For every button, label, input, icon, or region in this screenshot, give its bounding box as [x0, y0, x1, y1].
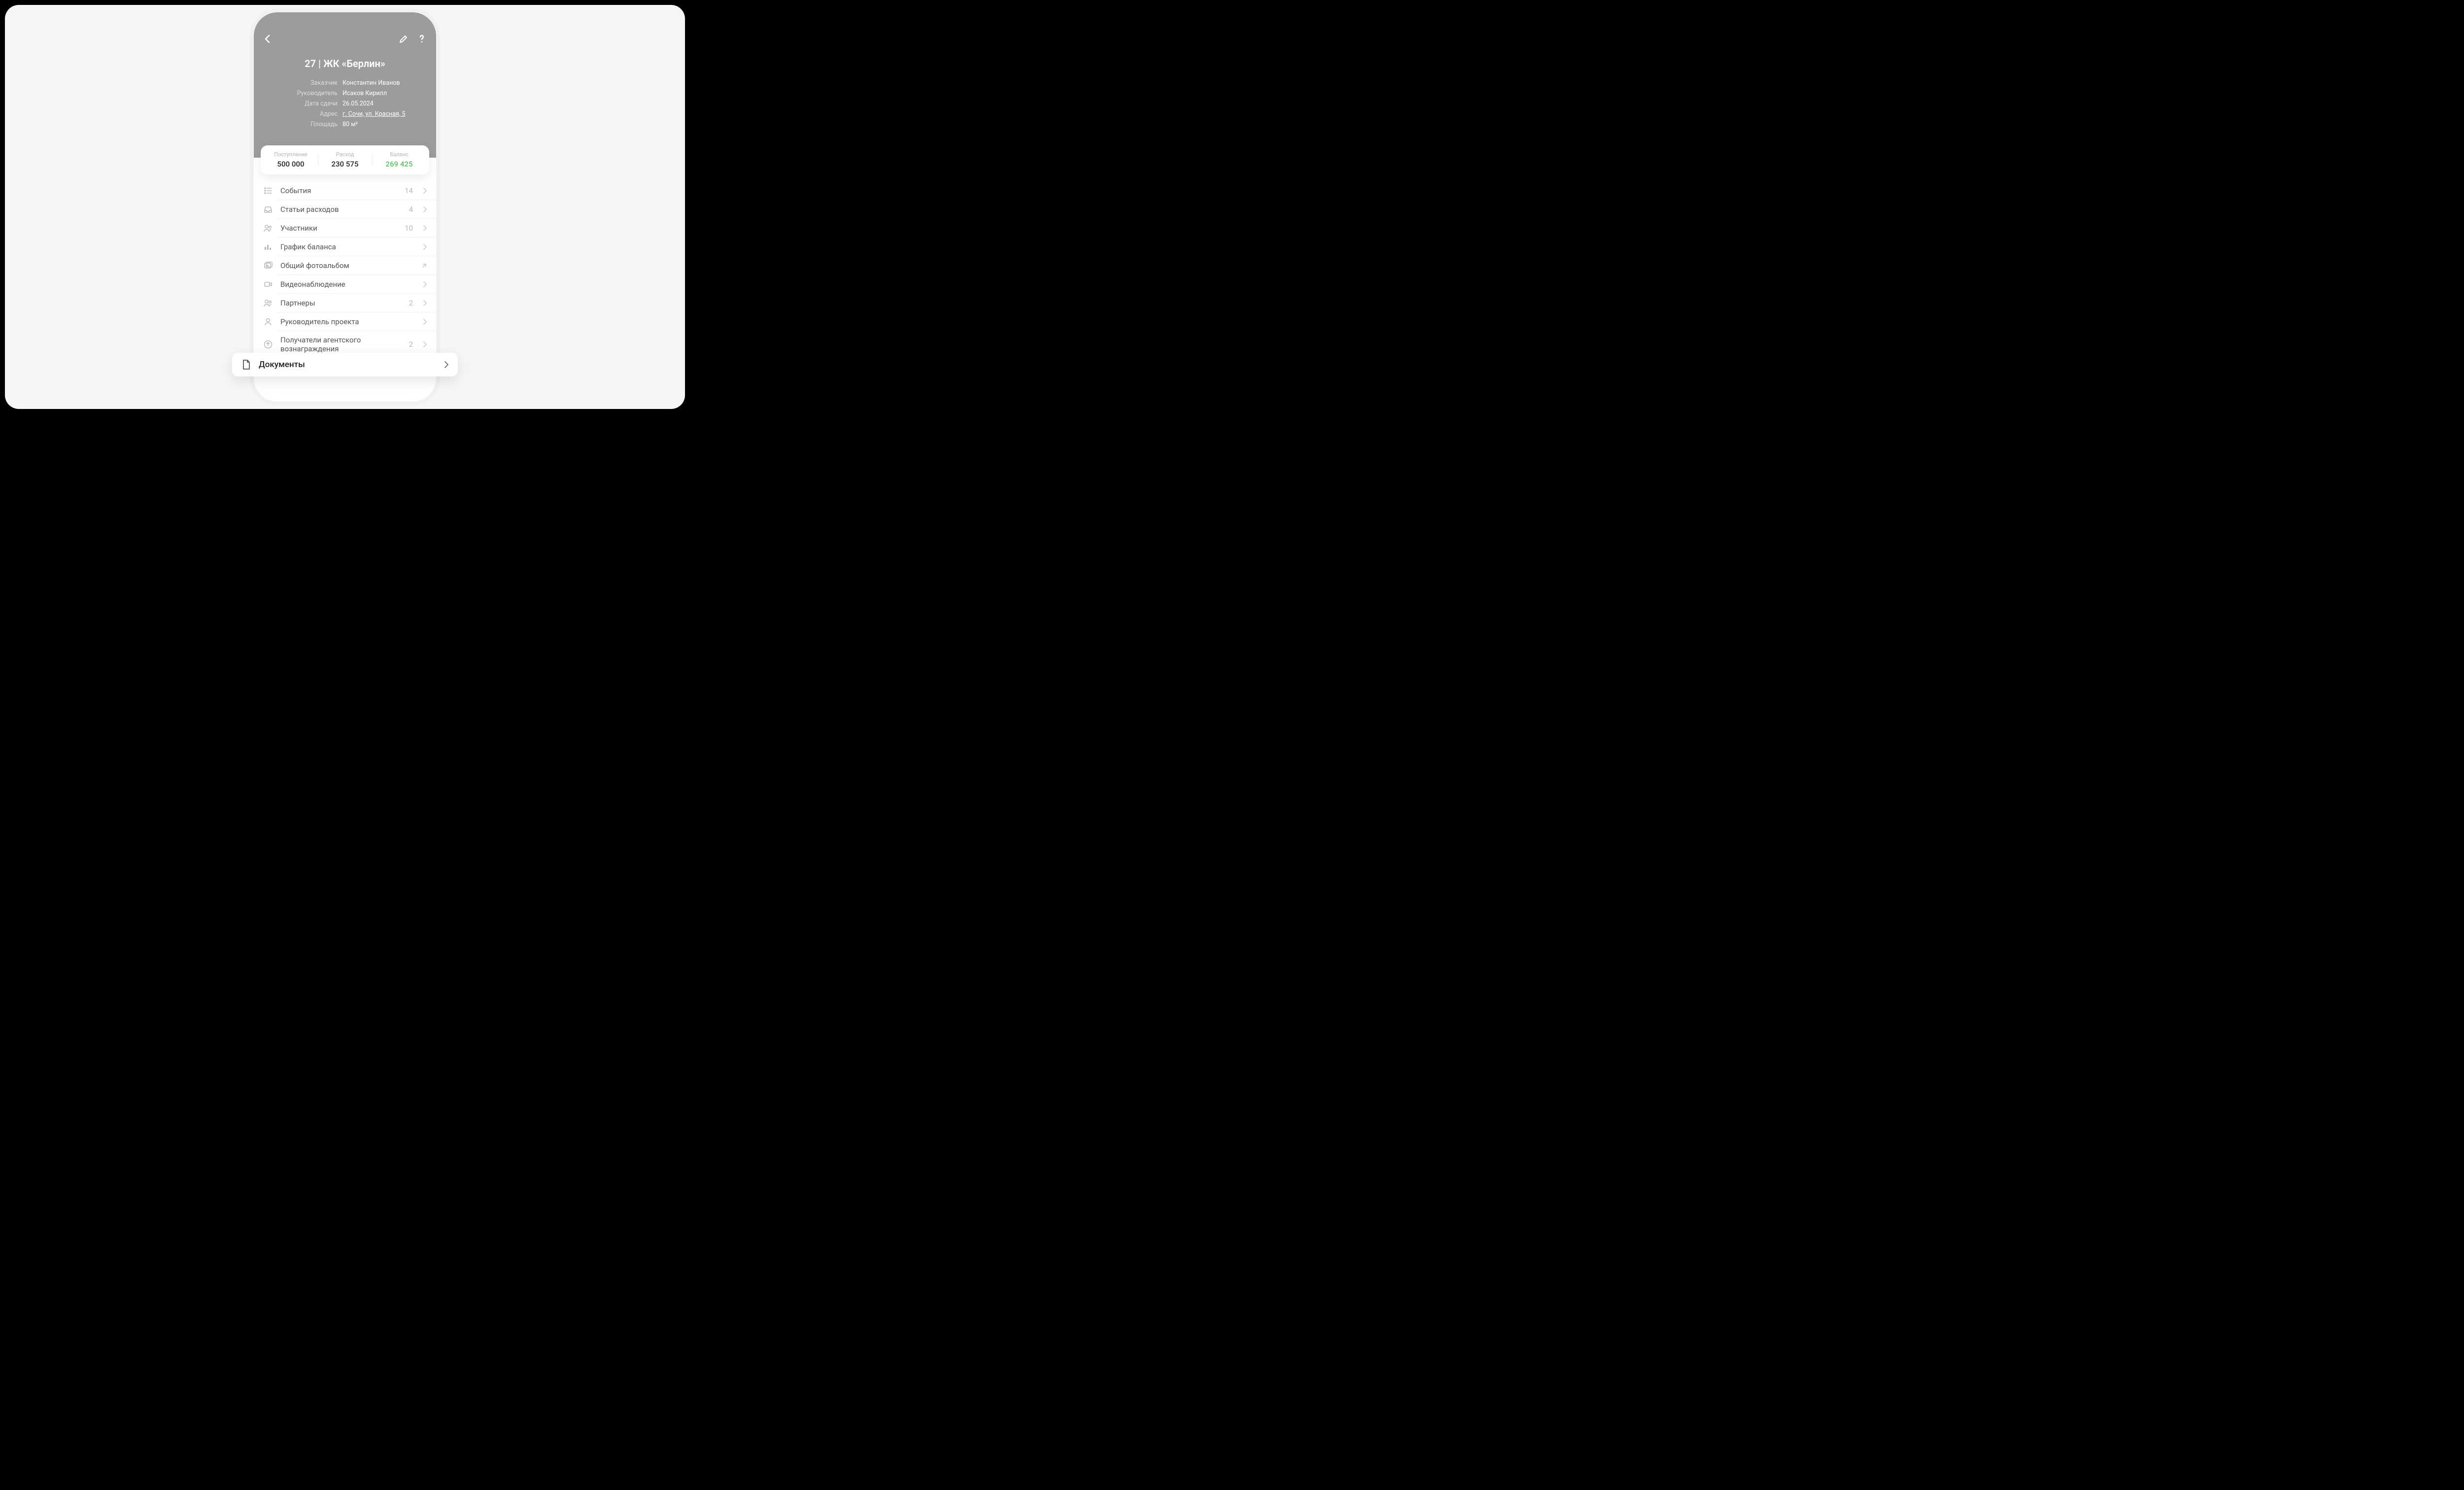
balance-expense: Расход 230 575 — [318, 151, 372, 169]
menu-count: 4 — [409, 205, 413, 214]
menu-item-cctv[interactable]: Видеонаблюдение — [254, 275, 436, 294]
chevron-right-icon — [423, 206, 427, 213]
menu-label: График баланса — [280, 242, 416, 251]
balance-value: 500 000 — [264, 160, 318, 169]
menu-count: 2 — [409, 299, 413, 307]
menu-label: События — [280, 186, 398, 195]
balance-balance: Баланс 269 425 — [372, 151, 426, 169]
chevron-right-icon — [444, 361, 449, 369]
back-button[interactable] — [264, 34, 272, 43]
menu-item-categories[interactable]: Статьи расходов 4 — [254, 200, 436, 219]
info-label: Адрес — [264, 110, 338, 118]
users-icon — [263, 298, 273, 308]
edit-button[interactable] — [399, 34, 409, 44]
menu-label: Руководитель проекта — [280, 317, 416, 326]
chevron-left-icon — [264, 34, 272, 43]
menu-label: Статьи расходов — [280, 205, 402, 214]
info-value: Константин Иванов — [342, 79, 400, 87]
balance-value: 269 425 — [372, 160, 426, 169]
external-arrow-icon — [421, 263, 427, 269]
menu-label: Участники — [280, 224, 398, 233]
chevron-right-icon — [423, 341, 427, 348]
list-icon — [263, 186, 273, 196]
menu-count: 10 — [405, 224, 413, 233]
address-link[interactable]: г. Сочи, ул. Красная, 5 — [342, 110, 405, 118]
info-row-due: Дата сдачи 26.05.2024 — [264, 100, 426, 107]
balance-card: Поступление 500 000 Расход 230 575 Балан… — [261, 145, 429, 174]
canvas: 27 | ЖК «Берлин» Заказчик Константин Ива… — [5, 5, 685, 409]
question-icon — [417, 34, 426, 44]
info-row-area: Площадь 80 м² — [264, 121, 426, 128]
info-label: Заказчик — [264, 79, 338, 87]
chevron-right-icon — [423, 243, 427, 250]
chevron-right-icon — [423, 318, 427, 325]
menu-label: Партнеры — [280, 299, 402, 307]
upload-circle-icon — [263, 339, 273, 349]
balance-label: Поступление — [264, 151, 318, 158]
menu-item-partners[interactable]: Партнеры 2 — [254, 294, 436, 312]
menu-item-pm[interactable]: Руководитель проекта — [254, 312, 436, 331]
info-row-customer: Заказчик Константин Иванов — [264, 79, 426, 87]
balance-value: 230 575 — [318, 160, 372, 169]
menu-label: Документы — [259, 360, 437, 370]
info-label: Площадь — [264, 121, 338, 128]
menu-list: События 14 Статьи расходов 4 Участники 1… — [254, 158, 436, 358]
menu-item-documents[interactable]: Документы — [232, 353, 458, 376]
menu-label: Получатели агентского вознаграждения — [280, 336, 402, 353]
project-title: 27 | ЖК «Берлин» — [264, 58, 426, 69]
menu-label: Общий фотоальбом — [280, 261, 414, 270]
info-value: 26.05.2024 — [342, 100, 374, 107]
info-row-manager: Руководитель Исаков Кирилл — [264, 90, 426, 97]
chevron-right-icon — [423, 187, 427, 194]
balance-income: Поступление 500 000 — [264, 151, 318, 169]
pencil-icon — [399, 34, 409, 44]
chevron-right-icon — [423, 281, 427, 288]
inbox-icon — [263, 204, 273, 214]
video-icon — [263, 279, 273, 289]
gallery-icon — [263, 261, 273, 271]
balance-label: Расход — [318, 151, 372, 158]
phone-frame: 27 | ЖК «Берлин» Заказчик Константин Ива… — [254, 12, 436, 402]
menu-item-chart[interactable]: График баланса — [254, 237, 436, 256]
menu-item-events[interactable]: События 14 — [254, 181, 436, 200]
menu-item-participants[interactable]: Участники 10 — [254, 219, 436, 237]
balance-label: Баланс — [372, 151, 426, 158]
menu-item-photos[interactable]: Общий фотоальбом — [254, 256, 436, 275]
help-button[interactable] — [417, 34, 426, 44]
project-header: 27 | ЖК «Берлин» Заказчик Константин Ива… — [254, 12, 436, 158]
document-icon — [241, 359, 252, 371]
info-value: 80 м² — [342, 121, 358, 128]
info-row-address: Адрес г. Сочи, ул. Красная, 5 — [264, 110, 426, 118]
menu-count: 2 — [409, 340, 413, 349]
users-icon — [263, 223, 273, 233]
menu-label: Видеонаблюдение — [280, 280, 416, 289]
info-label: Руководитель — [264, 90, 338, 97]
info-label: Дата сдачи — [264, 100, 338, 107]
chevron-right-icon — [423, 225, 427, 232]
menu-count: 14 — [405, 186, 413, 195]
user-icon — [263, 317, 273, 327]
bar-chart-icon — [263, 242, 273, 252]
info-value: Исаков Кирилл — [342, 90, 387, 97]
chevron-right-icon — [423, 300, 427, 306]
